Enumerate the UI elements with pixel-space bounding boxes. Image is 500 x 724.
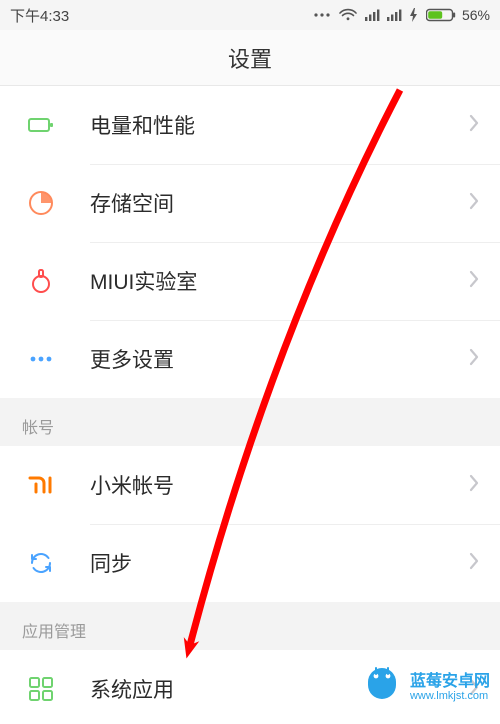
- chevron-right-icon: [468, 347, 480, 372]
- settings-group-system: 电量和性能 存储空间 MIUI实验室 更多设置: [0, 86, 500, 398]
- section-header-account: 帐号: [0, 398, 500, 446]
- settings-group-apps: 系统应用: [0, 650, 500, 724]
- section-header-app-mgmt: 应用管理: [0, 602, 500, 650]
- row-mi-account[interactable]: 小米帐号: [0, 446, 500, 524]
- apps-grid-icon: [26, 674, 56, 704]
- row-label: 系统应用: [90, 674, 468, 704]
- storage-icon: [26, 188, 56, 218]
- lab-icon: [26, 266, 56, 296]
- signal-1-icon: [364, 8, 380, 22]
- row-battery-performance[interactable]: 电量和性能: [0, 86, 500, 164]
- more-dots-icon: [312, 8, 332, 22]
- chevron-right-icon: [468, 551, 480, 576]
- row-label: 更多设置: [90, 344, 468, 374]
- settings-group-account: 小米帐号 同步: [0, 446, 500, 602]
- row-label: 存储空间: [90, 188, 468, 218]
- chevron-right-icon: [468, 113, 480, 138]
- page-header: 设置: [0, 30, 500, 86]
- page-title: 设置: [228, 42, 272, 74]
- row-label: 电量和性能: [90, 110, 468, 140]
- status-time: 下午4:33: [10, 5, 69, 26]
- row-label: MIUI实验室: [90, 266, 468, 296]
- chevron-right-icon: [468, 677, 480, 702]
- chevron-right-icon: [468, 269, 480, 294]
- chevron-right-icon: [468, 191, 480, 216]
- section-title: 应用管理: [22, 618, 86, 642]
- wifi-icon: [338, 8, 358, 22]
- sync-icon: [26, 548, 56, 578]
- row-label: 小米帐号: [90, 470, 460, 500]
- row-label: 同步: [90, 548, 468, 578]
- mi-logo-icon: [26, 470, 56, 500]
- chevron-right-icon: [468, 473, 480, 498]
- row-more-settings[interactable]: 更多设置: [0, 320, 500, 398]
- battery-perf-icon: [26, 110, 56, 140]
- status-icons: 56%: [69, 7, 490, 23]
- battery-pct: 56%: [462, 7, 490, 23]
- section-title: 帐号: [22, 414, 54, 438]
- row-miui-lab[interactable]: MIUI实验室: [0, 242, 500, 320]
- more-icon: [26, 344, 56, 374]
- signal-2-icon: [386, 8, 402, 22]
- row-storage[interactable]: 存储空间: [0, 164, 500, 242]
- row-system-apps[interactable]: 系统应用: [0, 650, 500, 724]
- row-sync[interactable]: 同步: [0, 524, 500, 602]
- charging-icon: [408, 8, 420, 22]
- battery-icon: [426, 8, 456, 22]
- status-bar: 下午4:33 56%: [0, 0, 500, 30]
